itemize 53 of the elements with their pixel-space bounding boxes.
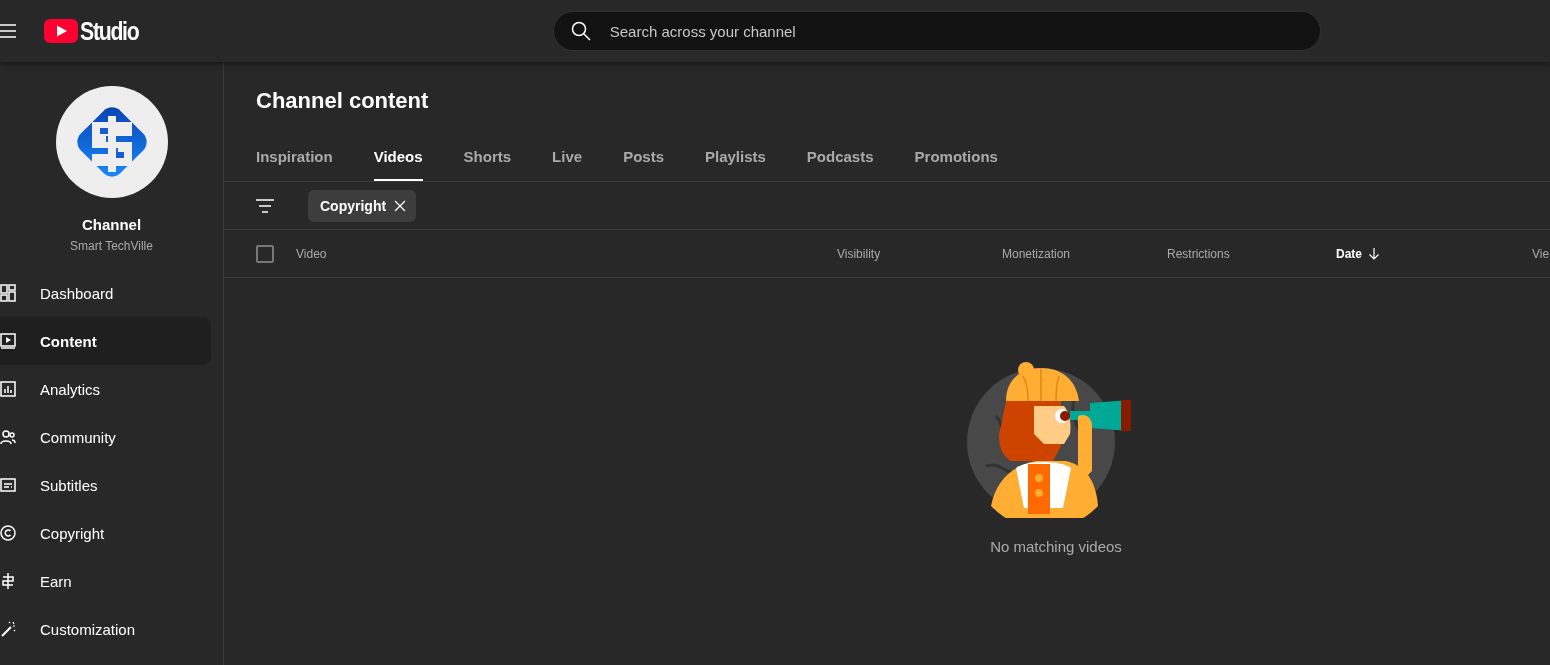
empty-state-message: No matching videos xyxy=(990,538,1122,555)
sidebar-item-label: Customization xyxy=(40,620,136,638)
play-screen-icon xyxy=(0,332,16,350)
sidebar-item[interactable]: Subtitles xyxy=(0,461,211,509)
search-field[interactable]: Search across your channel xyxy=(552,11,1321,51)
page-title: Channel content xyxy=(255,87,430,115)
column-header[interactable]: Monetization xyxy=(1002,246,1071,261)
tab[interactable]: Videos xyxy=(373,136,423,181)
channel-name: Smart TechVille xyxy=(70,239,153,253)
sidebar-item[interactable]: Copyright xyxy=(0,509,211,557)
sidebar-item-label: Earn xyxy=(40,572,72,590)
people-icon xyxy=(0,428,16,446)
tab[interactable]: Podcasts xyxy=(806,136,874,181)
sidebar-item[interactable]: Dashboard xyxy=(0,269,211,317)
bar-chart-icon xyxy=(0,380,16,398)
sidebar-item-label: Community xyxy=(40,428,116,446)
column-header[interactable]: Visibility xyxy=(837,246,881,261)
sidebar-item-label: Subtitles xyxy=(40,476,98,494)
grid-icon xyxy=(0,284,16,302)
search-icon xyxy=(570,21,591,41)
filter-icon[interactable] xyxy=(256,198,274,213)
sidebar-item[interactable]: Customization xyxy=(0,605,211,653)
column-header[interactable]: Vie xyxy=(1532,246,1550,261)
menu-icon[interactable] xyxy=(0,24,16,38)
copyright-icon xyxy=(0,524,16,542)
sidebar-item-label: Content xyxy=(40,332,97,350)
column-header[interactable]: Restrictions xyxy=(1167,246,1230,261)
sidebar-item[interactable]: Analytics xyxy=(0,365,211,413)
column-header[interactable]: Date xyxy=(1336,246,1362,261)
play-logo-icon[interactable] xyxy=(44,19,78,43)
tab[interactable]: Inspiration xyxy=(256,136,333,181)
sidebar-item[interactable]: Content xyxy=(0,317,211,365)
channel-avatar[interactable] xyxy=(55,86,168,198)
sidebar-item-label: Analytics xyxy=(40,380,101,398)
channel-label: Channel xyxy=(81,216,142,233)
magic-wand-icon xyxy=(0,620,16,638)
sidebar-item[interactable]: Community xyxy=(0,413,211,461)
column-header[interactable]: Video xyxy=(296,246,327,261)
sidebar-item-label: Copyright xyxy=(40,524,105,542)
sidebar-item-label: Dashboard xyxy=(40,284,114,302)
dollar-icon xyxy=(0,572,16,590)
tab[interactable]: Promotions xyxy=(914,136,998,181)
tab[interactable]: Shorts xyxy=(463,136,512,181)
select-all-checkbox[interactable] xyxy=(256,244,274,263)
tab[interactable]: Posts xyxy=(623,136,664,181)
filter-chip[interactable]: Copyright xyxy=(308,189,417,222)
subtitles-icon xyxy=(0,476,16,494)
down-arrow-icon[interactable] xyxy=(1368,247,1380,260)
close-icon[interactable] xyxy=(394,199,407,212)
tab[interactable]: Live xyxy=(552,136,583,181)
tab[interactable]: Playlists xyxy=(705,136,766,181)
logo-text: Studio xyxy=(80,16,139,46)
sidebar-item[interactable]: Earn xyxy=(0,557,211,605)
